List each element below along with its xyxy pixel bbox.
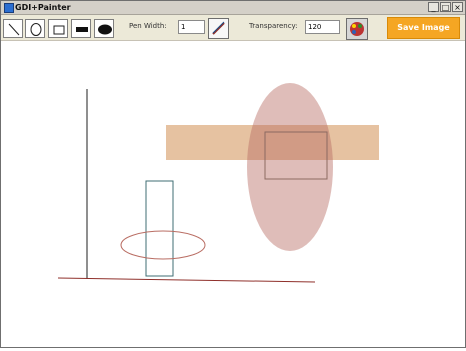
ellipse-fill-icon — [98, 24, 112, 35]
close-button[interactable]: × — [452, 2, 463, 12]
palette-icon — [347, 19, 367, 39]
minimize-button[interactable]: _ — [428, 2, 439, 12]
app-window: GDI+Painter _ □ × Pen Width: 1 Transpare… — [0, 0, 466, 348]
filled-rose-ellipse-shape — [247, 83, 333, 251]
drawing-surface — [57, 83, 379, 283]
pen-icon — [209, 19, 228, 38]
ellipse-outline-tool-button[interactable] — [25, 19, 45, 38]
maximize-button[interactable]: □ — [440, 2, 451, 12]
rectangle-outline-shape — [145, 180, 174, 277]
transparency-input[interactable]: 120 — [305, 20, 340, 34]
horizontal-line-shape — [57, 277, 316, 283]
rectangle-outline-icon — [53, 25, 65, 35]
drawing-canvas[interactable] — [1, 41, 465, 347]
pen-width-label: Pen Width: — [129, 22, 167, 30]
transparency-label: Transparency: — [249, 22, 298, 30]
rectangle-fill-icon — [76, 27, 88, 32]
save-image-button[interactable]: Save Image — [387, 17, 460, 39]
window-title: GDI+Painter — [15, 3, 71, 12]
line-tool-button[interactable] — [3, 19, 23, 38]
ellipse-outline-shape — [120, 230, 206, 260]
ellipse-outline-icon — [30, 23, 42, 36]
rectangle-fill-tool-button[interactable] — [71, 19, 91, 38]
rectangle-outline-tool-button[interactable] — [48, 19, 68, 38]
palette-button[interactable] — [346, 18, 368, 40]
line-tool-icon — [8, 23, 20, 36]
pen-color-button[interactable] — [208, 18, 229, 39]
ellipse-fill-tool-button[interactable] — [94, 19, 114, 38]
title-bar: GDI+Painter _ □ × — [1, 1, 465, 15]
pen-width-input[interactable]: 1 — [178, 20, 205, 34]
app-icon — [4, 3, 14, 13]
toolbar: Pen Width: 1 Transparency: 120 Save Imag… — [1, 15, 465, 41]
window-controls: _ □ × — [428, 2, 463, 12]
